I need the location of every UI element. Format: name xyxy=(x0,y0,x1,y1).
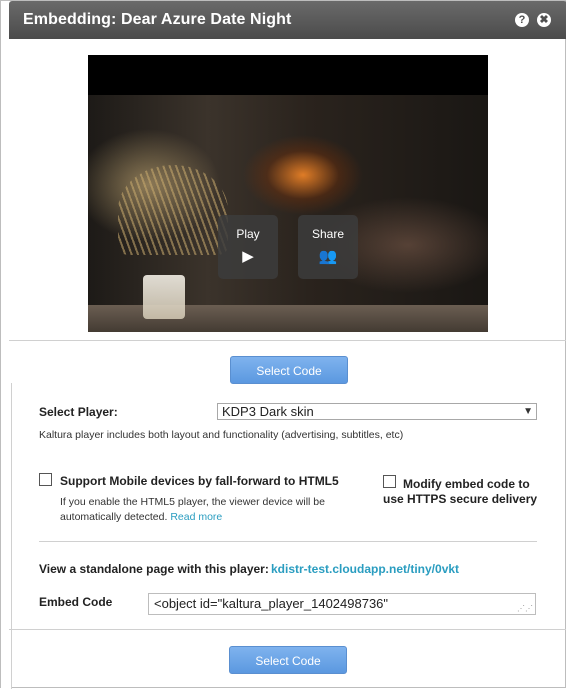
select-code-button-bottom[interactable]: Select Code xyxy=(229,646,347,674)
share-button[interactable]: Share 👥 xyxy=(298,215,358,279)
help-icon[interactable]: ? xyxy=(515,13,529,27)
select-code-button-top[interactable]: Select Code xyxy=(230,356,348,384)
embed-code-textarea[interactable]: <object id="kaltura_player_1402498736" ⋰… xyxy=(148,593,536,615)
play-icon: ▶ xyxy=(242,248,254,265)
embed-code-value: <object id="kaltura_player_1402498736" xyxy=(154,596,389,611)
share-icon: 👥 xyxy=(318,248,338,265)
dialog-title: Embedding: Dear Azure Date Night xyxy=(23,11,292,28)
mobile-help-line1: If you enable the HTML5 player, the view… xyxy=(60,496,325,508)
chevron-down-icon: ▼ xyxy=(523,406,533,417)
divider xyxy=(39,541,537,542)
play-button[interactable]: Play ▶ xyxy=(218,215,278,279)
mobile-help-line2: automatically detected. Read more xyxy=(60,511,223,523)
mobile-html5-checkbox[interactable] xyxy=(39,473,52,486)
divider xyxy=(9,340,566,341)
player-description: Kaltura player includes both layout and … xyxy=(39,429,404,441)
divider xyxy=(9,629,566,630)
dialog-title-bar: Embedding: Dear Azure Date Night ? ✖ xyxy=(9,1,566,39)
scroll-area-edge xyxy=(1,383,12,689)
https-label-line1: Modify embed code to xyxy=(403,477,530,491)
standalone-link[interactable]: kdistr-test.cloudapp.net/tiny/0vkt xyxy=(271,562,459,576)
close-icon[interactable]: ✖ xyxy=(537,13,551,27)
play-label: Play xyxy=(236,227,260,241)
video-player[interactable]: Play ▶ Share 👥 xyxy=(88,55,488,332)
candle xyxy=(143,275,185,319)
select-player-label: Select Player: xyxy=(39,405,118,419)
standalone-label: View a standalone page with this player: xyxy=(39,562,269,576)
player-select-value: KDP3 Dark skin xyxy=(222,404,314,419)
embed-code-label: Embed Code xyxy=(39,595,113,609)
https-checkbox[interactable] xyxy=(383,475,396,488)
share-label: Share xyxy=(311,227,345,241)
mobile-html5-label: Support Mobile devices by fall-forward t… xyxy=(60,474,339,488)
embed-dialog: Embedding: Dear Azure Date Night ? ✖ Pla… xyxy=(0,0,566,689)
read-more-link[interactable]: Read more xyxy=(170,511,222,523)
resize-grip-icon[interactable]: ⋰⋰ xyxy=(517,605,533,613)
wheat-decoration xyxy=(118,165,228,255)
https-label-line2: use HTTPS secure delivery xyxy=(383,492,538,506)
video-frame: Play ▶ Share 👥 xyxy=(88,95,488,332)
player-select[interactable]: KDP3 Dark skin ▼ xyxy=(217,403,537,420)
